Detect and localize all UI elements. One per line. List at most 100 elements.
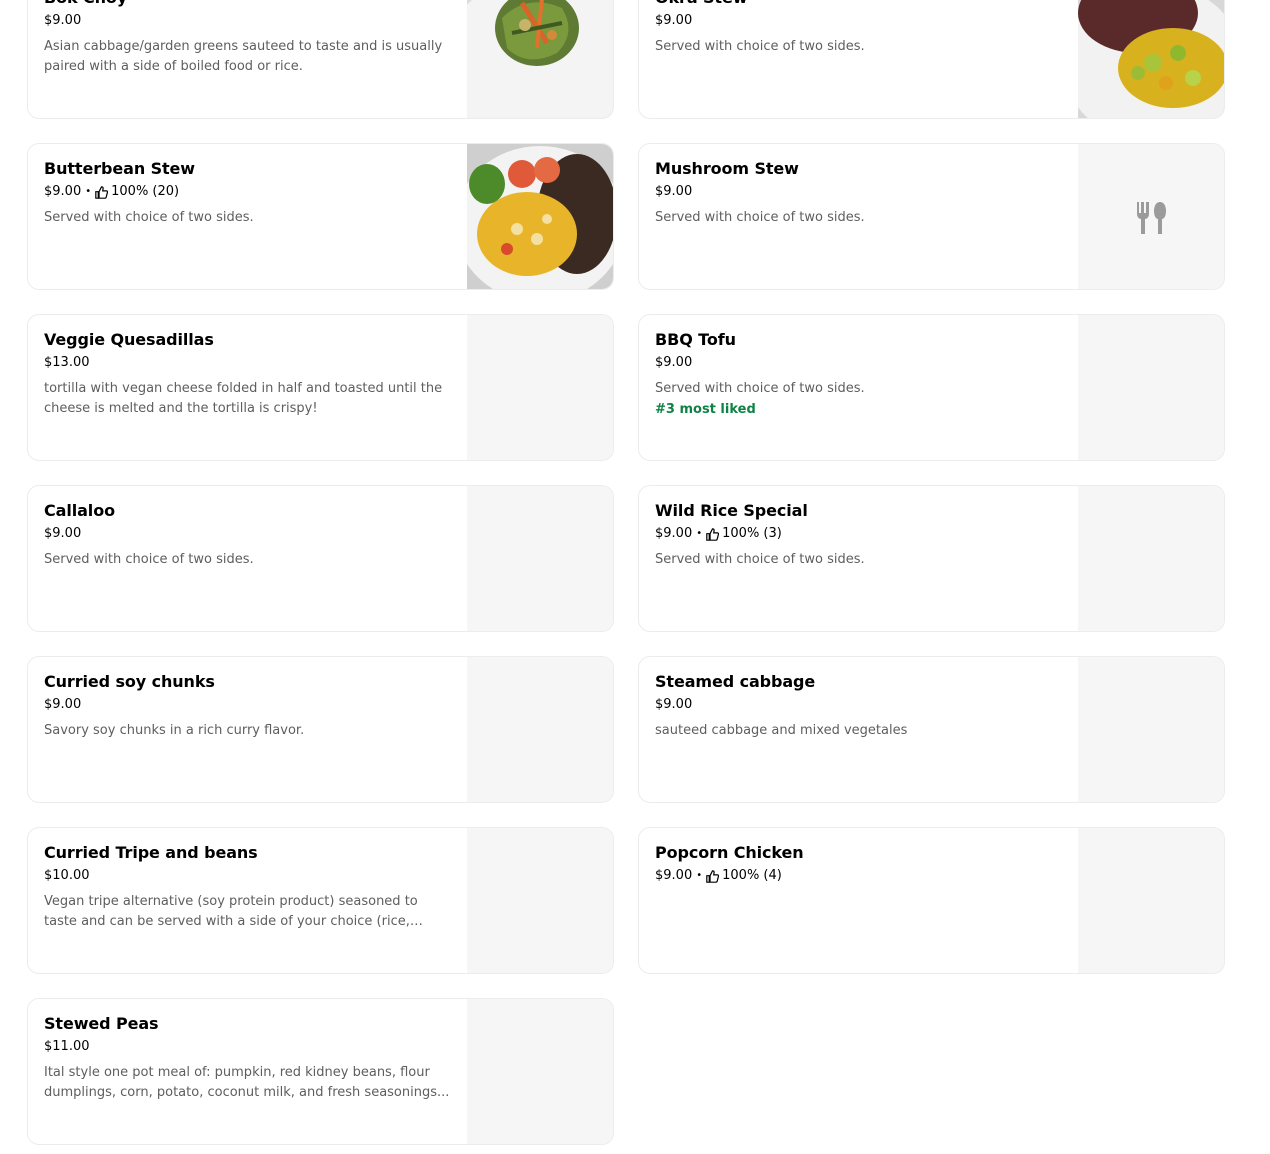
- menu-item-text: Curried soy chunks $9.00 Savory soy chun…: [44, 671, 452, 741]
- menu-item-description: Asian cabbage/garden greens sauteed to t…: [44, 39, 443, 74]
- menu-item-title: Butterbean Stew: [44, 159, 195, 178]
- menu-item-text: Okra Stew $9.00 Served with choice of tw…: [655, 0, 1063, 57]
- menu-item-text: Steamed cabbage $9.00 sauteed cabbage an…: [655, 671, 1063, 741]
- menu-item-image-placeholder: [1078, 657, 1224, 802]
- menu-item-price: $11.00: [44, 1039, 90, 1054]
- menu-item-text: Popcorn Chicken $9.00 • 100% (4): [655, 842, 1063, 884]
- menu-item-text: Bok Choy $9.00 Asian cabbage/garden gree…: [44, 0, 452, 77]
- menu-item-description: Savory soy chunks in a rich curry flavor…: [44, 723, 305, 738]
- menu-item-description: Ital style one pot meal of: pumpkin, red…: [44, 1065, 450, 1100]
- menu-item-price: $10.00: [44, 868, 90, 883]
- menu-item-price: $9.00: [44, 184, 82, 199]
- separator-dot: •: [696, 870, 703, 881]
- menu-item-title: Wild Rice Special: [655, 501, 808, 520]
- menu-item-text: Stewed Peas $11.00 Ital style one pot me…: [44, 1013, 452, 1103]
- thumbs-up-icon: [95, 185, 109, 199]
- menu-item-description: Served with choice of two sides.: [655, 39, 865, 54]
- menu-item-card[interactable]: Mushroom Stew $9.00 Served with choice o…: [638, 143, 1225, 290]
- menu-item-title: Okra Stew: [655, 0, 1063, 9]
- menu-item-title: Stewed Peas: [44, 1014, 159, 1033]
- menu-item-title: Steamed cabbage: [655, 672, 816, 691]
- menu-item-meta: $9.00 • 100% (3): [655, 526, 1063, 542]
- menu-item-description: Served with choice of two sides.: [44, 552, 254, 567]
- menu-item-image-placeholder: [1078, 315, 1224, 460]
- menu-item-price: $9.00: [44, 13, 82, 28]
- menu-item-meta: $9.00: [655, 697, 1063, 713]
- menu-item-description: Vegan tripe alternative (soy protein pro…: [44, 894, 418, 929]
- menu-item-rating: 100% (20): [111, 184, 180, 199]
- menu-item-image-placeholder: [1078, 828, 1224, 973]
- menu-item-description: sauteed cabbage and mixed vegetales: [655, 723, 908, 738]
- menu-item-price: $9.00: [44, 526, 82, 541]
- most-liked-badge: #3 most liked: [655, 402, 756, 417]
- menu-item-card[interactable]: BBQ Tofu $9.00 Served with choice of two…: [638, 314, 1225, 461]
- menu-item-meta: $10.00: [44, 868, 452, 884]
- menu-item-card[interactable]: Popcorn Chicken $9.00 • 100% (4): [638, 827, 1225, 974]
- menu-item-image-placeholder: [467, 828, 613, 973]
- menu-item-rating: 100% (4): [722, 868, 782, 883]
- menu-item-text: Veggie Quesadillas $13.00 tortilla with …: [44, 329, 452, 419]
- menu-item-text: Butterbean Stew $9.00 • 100% (20) Served…: [44, 158, 452, 228]
- menu-item-price: $9.00: [655, 184, 693, 199]
- menu-item-image: [467, 0, 613, 118]
- menu-item-card[interactable]: Curried soy chunks $9.00 Savory soy chun…: [27, 656, 614, 803]
- separator-dot: •: [85, 186, 92, 197]
- menu-item-price: $9.00: [655, 526, 693, 541]
- menu-item-image-placeholder: [467, 486, 613, 631]
- menu-item-title: Mushroom Stew: [655, 159, 799, 178]
- menu-item-image-placeholder: [467, 999, 613, 1144]
- menu-item-title: Curried soy chunks: [44, 672, 215, 691]
- menu-item-price: $9.00: [655, 355, 693, 370]
- menu-item-price: $9.00: [655, 13, 693, 28]
- menu-item-card[interactable]: Wild Rice Special $9.00 • 100% (3) Serve…: [638, 485, 1225, 632]
- menu-item-text: BBQ Tofu $9.00 Served with choice of two…: [655, 329, 1063, 419]
- menu-item-meta: $11.00: [44, 1039, 452, 1055]
- menu-item-card[interactable]: Curried Tripe and beans $10.00 Vegan tri…: [27, 827, 614, 974]
- menu-item-text: Wild Rice Special $9.00 • 100% (3) Serve…: [655, 500, 1063, 570]
- menu-item-card[interactable]: Veggie Quesadillas $13.00 tortilla with …: [27, 314, 614, 461]
- menu-item-meta: $9.00 • 100% (20): [44, 184, 452, 200]
- menu-item-image-placeholder: [1078, 486, 1224, 631]
- menu-item-title: Curried Tripe and beans: [44, 843, 258, 862]
- menu-item-title: Bok Choy: [44, 0, 452, 9]
- menu-item-image: [1078, 0, 1224, 118]
- menu-item-meta: $9.00: [655, 13, 1063, 29]
- menu-item-price: $9.00: [655, 697, 693, 712]
- menu-item-meta: $9.00: [655, 355, 1063, 371]
- thumbs-up-icon: [706, 527, 720, 541]
- menu-item-text: Callaloo $9.00 Served with choice of two…: [44, 500, 452, 570]
- menu-item-card[interactable]: Bok Choy $9.00 Asian cabbage/garden gree…: [27, 0, 614, 119]
- thumbs-up-icon: [706, 869, 720, 883]
- menu-item-title: BBQ Tofu: [655, 330, 736, 349]
- separator-dot: •: [696, 528, 703, 539]
- menu-item-card[interactable]: Okra Stew $9.00 Served with choice of tw…: [638, 0, 1225, 119]
- menu-item-text: Curried Tripe and beans $10.00 Vegan tri…: [44, 842, 452, 932]
- menu-item-meta: $9.00: [44, 697, 452, 713]
- menu-item-meta: $9.00: [44, 13, 452, 29]
- menu-item-price: $9.00: [655, 868, 693, 883]
- menu-item-meta: $9.00: [655, 184, 1063, 200]
- menu-item-description: tortilla with vegan cheese folded in hal…: [44, 381, 443, 416]
- menu-item-title: Veggie Quesadillas: [44, 330, 214, 349]
- menu-item-price: $9.00: [44, 697, 82, 712]
- menu-item-price: $13.00: [44, 355, 90, 370]
- menu-item-image-placeholder: [1078, 144, 1224, 289]
- menu-item-card[interactable]: Stewed Peas $11.00 Ital style one pot me…: [27, 998, 614, 1145]
- menu-item-card[interactable]: Butterbean Stew $9.00 • 100% (20) Served…: [27, 143, 614, 290]
- menu-item-title: Callaloo: [44, 501, 115, 520]
- menu-item-image-placeholder: [467, 315, 613, 460]
- menu-item-image-placeholder: [467, 657, 613, 802]
- menu-item-image: [467, 144, 613, 289]
- menu-item-title: Popcorn Chicken: [655, 843, 804, 862]
- menu-item-card[interactable]: Callaloo $9.00 Served with choice of two…: [27, 485, 614, 632]
- menu-item-card[interactable]: Steamed cabbage $9.00 sauteed cabbage an…: [638, 656, 1225, 803]
- menu-item-meta: $13.00: [44, 355, 452, 371]
- menu-item-text: Mushroom Stew $9.00 Served with choice o…: [655, 158, 1063, 228]
- menu-item-description: Served with choice of two sides.: [655, 552, 865, 567]
- menu-item-meta: $9.00 • 100% (4): [655, 868, 1063, 884]
- menu-item-description: Served with choice of two sides.: [655, 210, 865, 225]
- menu-item-description: Served with choice of two sides.: [44, 210, 254, 225]
- menu-item-meta: $9.00: [44, 526, 452, 542]
- fork-knife-icon: [1137, 202, 1166, 234]
- menu-item-description: Served with choice of two sides.: [655, 381, 865, 396]
